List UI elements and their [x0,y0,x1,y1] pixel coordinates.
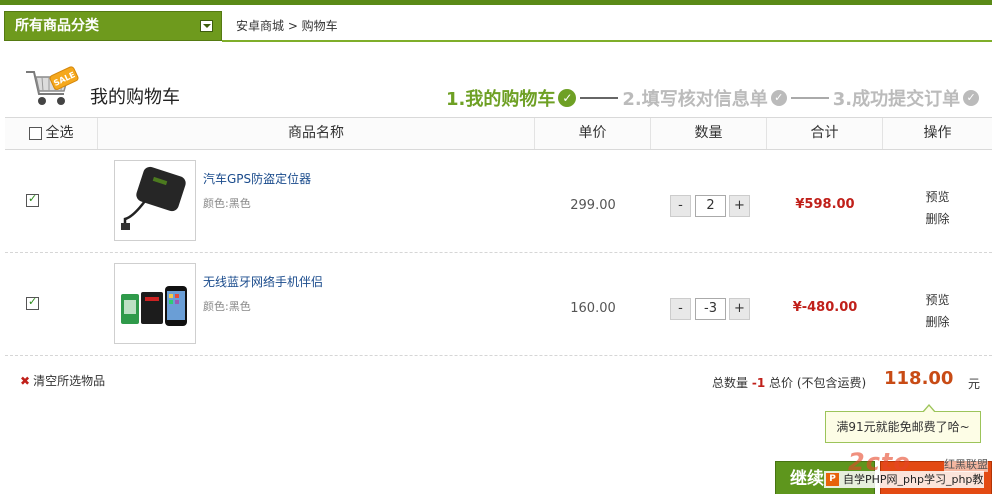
top-accent-bar [0,0,992,5]
all-categories-label: 所有商品分类 [15,18,99,34]
header-unit-price: 单价 [535,118,651,149]
clear-selected-label: 清空所选物品 [33,374,106,388]
all-categories-dropdown[interactable]: 所有商品分类 [4,11,222,41]
preview-link[interactable]: 预览 [883,289,992,311]
total-price-label: 总价 (不包含运费) [769,376,867,390]
quantity-increase-button[interactable]: + [729,298,750,320]
total-qty-value: -1 [751,376,766,390]
check-circle-icon: ✓ [770,90,787,106]
product-thumbnail[interactable] [114,263,196,344]
product-attribute: 颜色:黑色 [203,300,251,313]
delete-link[interactable]: 删除 [883,208,992,230]
watermark-bar: P 自学PHP网_php学习_php教 [824,471,984,488]
chevron-down-icon[interactable] [200,20,213,32]
delete-link[interactable]: 删除 [883,311,992,333]
watermark-bar-text: 自学PHP网_php学习_php教 [843,473,984,486]
free-shipping-tooltip: 满91元就能免邮费了哈~ [825,404,981,443]
check-circle-icon: ✓ [558,89,577,107]
step-connector [580,97,619,99]
unit-price: 299.00 [570,198,616,213]
step-2-label: 2.填写核对信息单 [622,89,768,110]
breadcrumb[interactable]: 安卓商城 > 购物车 [236,17,338,34]
step-3-label: 3.成功提交订单 [832,89,961,110]
row-actions: 预览 删除 [883,289,992,333]
shopping-cart-sale-icon: SALE [26,66,79,105]
php-logo-icon: P [826,473,839,486]
quantity-input[interactable]: 2 [695,195,726,217]
header-actions: 操作 [923,125,952,141]
product-attribute: 颜色:黑色 [203,197,251,210]
check-circle-icon: ✓ [963,90,980,106]
header-divider [222,40,992,42]
quantity-decrease-button[interactable]: - [670,195,691,217]
cart-title: 我的购物车 [90,87,180,108]
cart-table-header: 全选 商品名称 单价 数量 合计 操作 [5,117,992,150]
quantity-increase-button[interactable]: + [729,195,750,217]
step-1-label: 1.我的购物车 [446,89,556,110]
row-subtotal: ¥598.00 [795,197,855,212]
select-all-label: 全选 [45,125,74,141]
product-name-link[interactable]: 汽车GPS防盗定位器 [203,170,311,187]
close-icon: ✖ [20,374,31,388]
total-qty-label: 总数量 [712,376,749,390]
header-quantity: 数量 [651,118,767,149]
row-actions: 预览 删除 [883,186,992,230]
watermark-brand: 红黑联盟 [944,456,988,472]
checkout-steps: 1.我的购物车 ✓ 2.填写核对信息单 ✓ 3.成功提交订单 ✓ [446,85,980,111]
preview-link[interactable]: 预览 [883,186,992,208]
table-row: 汽车GPS防盗定位器 颜色:黑色 299.00 - 2 + ¥598.00 预览… [5,150,992,253]
select-all-cell[interactable]: 全选 [5,118,98,149]
cart-summary: 总数量 -1 总价 (不包含运费) [712,374,866,391]
row-subtotal: ¥-480.00 [792,300,858,315]
product-thumbnail[interactable] [114,160,196,241]
header-product-name: 商品名称 [98,118,535,149]
currency-unit: 元 [968,377,981,391]
quantity-input[interactable]: -3 [695,298,726,320]
unit-price: 160.00 [570,301,616,316]
product-name-link[interactable]: 无线蓝牙网络手机伴侣 [203,273,323,290]
total-amount: 118.00 [884,368,954,389]
row-checkbox[interactable] [26,192,39,207]
row-checkbox[interactable] [26,295,39,310]
table-row: 无线蓝牙网络手机伴侣 颜色:黑色 160.00 - -3 + ¥-480.00 … [5,253,992,356]
bluetooth-phone-companion-image [121,286,187,326]
gps-tracker-image [121,166,186,230]
clear-selected-link[interactable]: ✖ 清空所选物品 [20,372,105,389]
header-subtotal: 合计 [767,118,883,149]
step-connector [790,97,829,99]
select-all-checkbox[interactable] [28,126,42,140]
quantity-decrease-button[interactable]: - [670,298,691,320]
